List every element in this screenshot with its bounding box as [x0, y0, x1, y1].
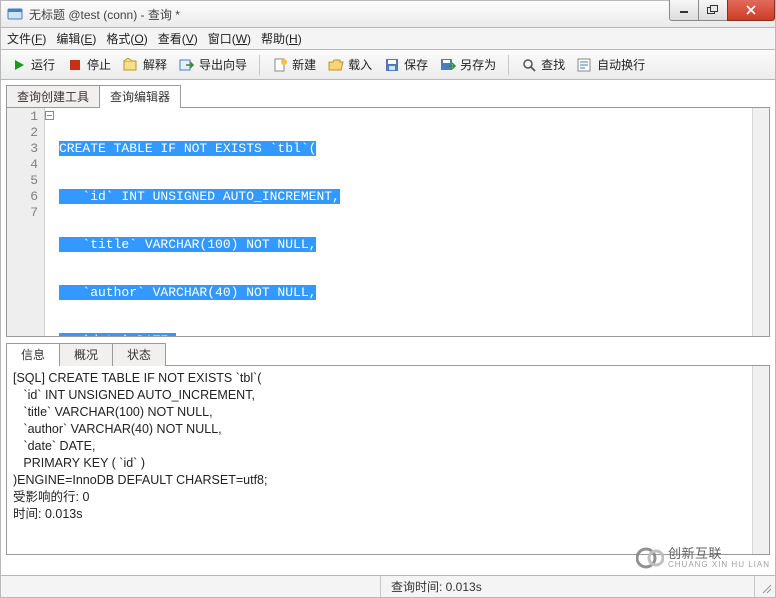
maximize-button[interactable] — [698, 0, 728, 21]
code-area[interactable]: CREATE TABLE IF NOT EXISTS `tbl`( `id` I… — [57, 108, 752, 336]
folder-open-icon — [328, 57, 344, 73]
toolbar-separator — [259, 55, 260, 75]
app-icon — [7, 6, 23, 22]
client-area: 查询创建工具 查询编辑器 1 2 3 4 5 6 7 CREATE TABLE … — [0, 80, 776, 576]
explain-icon — [123, 57, 139, 73]
wrap-icon — [577, 57, 593, 73]
menu-format[interactable]: 格式(O) — [106, 30, 147, 47]
info-panel: [SQL] CREATE TABLE IF NOT EXISTS `tbl`( … — [6, 365, 770, 555]
menu-bar: 文件(F) 编辑(E) 格式(O) 查看(V) 窗口(W) 帮助(H) — [0, 28, 776, 50]
sql-editor[interactable]: 1 2 3 4 5 6 7 CREATE TABLE IF NOT EXISTS… — [6, 107, 770, 337]
find-button[interactable]: 查找 — [517, 54, 569, 75]
auto-wrap-button[interactable]: 自动换行 — [573, 54, 649, 75]
toolbar: 运行 停止 解释 导出向导 新建 载入 保存 另存为 查找 自动换行 — [0, 50, 776, 80]
run-button[interactable]: 运行 — [7, 54, 59, 75]
close-button[interactable] — [727, 0, 775, 21]
play-icon — [11, 57, 27, 73]
new-file-icon — [272, 57, 288, 73]
window-title: 无标题 @test (conn) - 查询 * — [29, 6, 180, 23]
load-button[interactable]: 载入 — [324, 54, 376, 75]
editor-tabs: 查询创建工具 查询编辑器 — [6, 85, 770, 107]
search-icon — [521, 57, 537, 73]
export-icon — [179, 57, 195, 73]
stop-icon — [67, 57, 83, 73]
title-bar: 无标题 @test (conn) - 查询 * — [0, 0, 776, 28]
fold-column — [45, 108, 57, 336]
result-tabs: 信息 概况 状态 — [6, 343, 770, 365]
tab-query-editor[interactable]: 查询编辑器 — [99, 85, 181, 108]
toolbar-separator — [508, 55, 509, 75]
menu-file[interactable]: 文件(F) — [7, 30, 46, 47]
save-icon — [384, 57, 400, 73]
save-button[interactable]: 保存 — [380, 54, 432, 75]
info-scrollbar[interactable] — [752, 366, 769, 554]
status-cell-left — [1, 576, 381, 597]
window-buttons — [670, 0, 775, 22]
explain-button[interactable]: 解释 — [119, 54, 171, 75]
stop-button[interactable]: 停止 — [63, 54, 115, 75]
tab-status[interactable]: 状态 — [112, 343, 166, 366]
minimize-button[interactable] — [669, 0, 699, 21]
export-wizard-button[interactable]: 导出向导 — [175, 54, 251, 75]
menu-edit[interactable]: 编辑(E) — [56, 30, 96, 47]
menu-view[interactable]: 查看(V) — [158, 30, 198, 47]
fold-toggle-icon[interactable] — [45, 111, 54, 120]
save-as-icon — [440, 57, 456, 73]
menu-help[interactable]: 帮助(H) — [261, 30, 302, 47]
tab-query-builder[interactable]: 查询创建工具 — [6, 85, 100, 108]
tab-info[interactable]: 信息 — [6, 343, 60, 366]
save-as-button[interactable]: 另存为 — [436, 54, 500, 75]
info-text[interactable]: [SQL] CREATE TABLE IF NOT EXISTS `tbl`( … — [7, 366, 752, 554]
new-button[interactable]: 新建 — [268, 54, 320, 75]
line-number-gutter: 1 2 3 4 5 6 7 — [7, 108, 45, 336]
status-query-time: 查询时间: 0.013s — [381, 576, 755, 597]
tab-profile[interactable]: 概况 — [59, 343, 113, 366]
resize-grip-icon[interactable] — [755, 576, 775, 597]
status-bar: 查询时间: 0.013s — [0, 576, 776, 598]
editor-scrollbar[interactable] — [752, 108, 769, 336]
menu-window[interactable]: 窗口(W) — [208, 30, 251, 47]
